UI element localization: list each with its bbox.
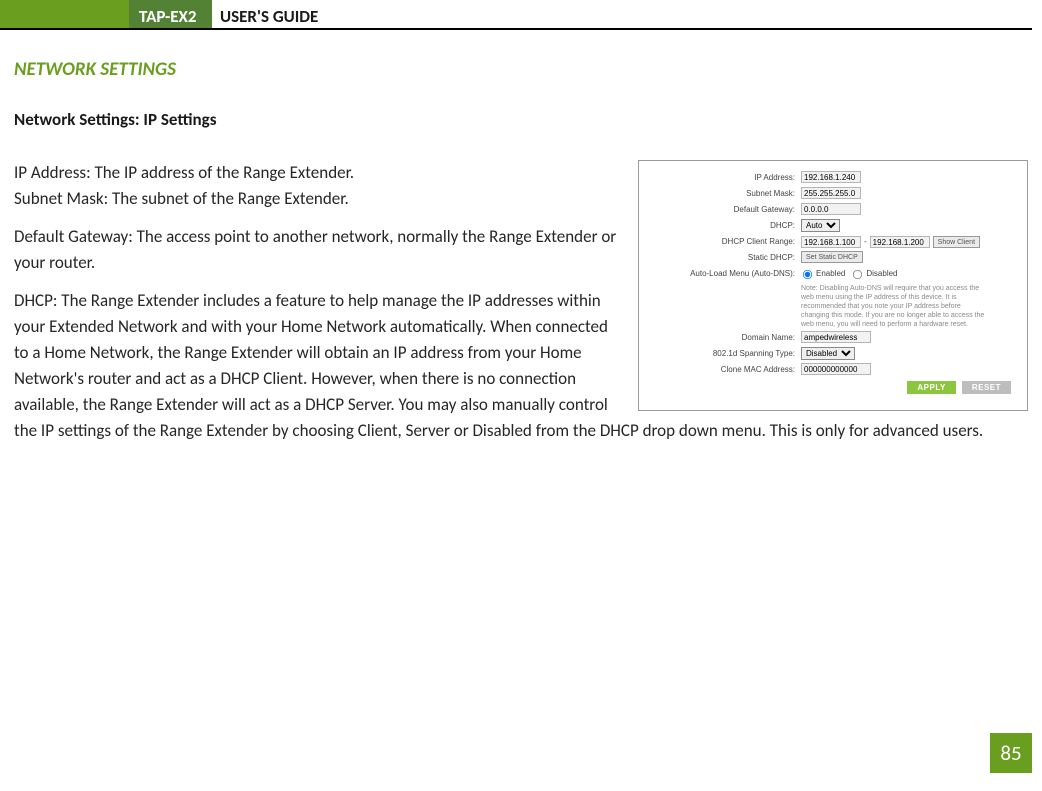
autodns-disabled-label: Disabled [866, 267, 897, 281]
row-autodns: Auto-Load Menu (Auto-DNS): Enabled Disab… [651, 267, 1015, 329]
default-gateway-input[interactable] [801, 203, 861, 215]
autodns-note: Note: Disabling Auto-DNS will require th… [801, 284, 986, 329]
para-ip-text: IP Address: The IP address of the Range … [14, 162, 354, 183]
apply-button[interactable]: APPLY [907, 381, 955, 394]
page-number: 85 [990, 733, 1032, 773]
spanning-select[interactable]: Disabled [801, 347, 855, 360]
autodns-enabled-label: Enabled [816, 267, 845, 281]
page-content: NETWORK SETTINGS Network Settings: IP Se… [0, 30, 1042, 456]
label-static: Static DHCP: [651, 251, 801, 265]
label-ip: IP Address: [651, 171, 801, 185]
section-title: NETWORK SETTINGS [14, 58, 1028, 81]
row-dhcp: DHCP: Auto [651, 219, 1015, 233]
ip-address-input[interactable] [801, 171, 861, 183]
autodns-enabled-radio[interactable] [803, 269, 812, 278]
label-domain: Domain Name: [651, 331, 801, 345]
range-dash: - [864, 235, 867, 249]
figure-action-buttons: APPLY RESET [907, 381, 1011, 394]
subnet-mask-input[interactable] [801, 187, 861, 199]
label-gateway: Default Gateway: [651, 203, 801, 217]
sub-heading: Network Settings: IP Settings [14, 109, 1028, 130]
dhcp-select[interactable]: Auto [801, 219, 840, 232]
para-subnet-text: Subnet Mask: The subnet of the Range Ext… [14, 188, 349, 209]
row-ip: IP Address: [651, 171, 1015, 185]
label-dhcp: DHCP: [651, 219, 801, 233]
row-domain: Domain Name: [651, 331, 1015, 345]
dhcp-range-to-input[interactable] [870, 236, 930, 248]
header-model: TAP-EX2 [129, 0, 212, 28]
body-wrap: IP Address: Subnet Mask: Default Gateway… [14, 160, 1028, 456]
domain-name-input[interactable] [801, 331, 871, 343]
set-static-dhcp-button[interactable]: Set Static DHCP [801, 251, 863, 263]
autodns-disabled-radio[interactable] [853, 269, 862, 278]
settings-screenshot: IP Address: Subnet Mask: Default Gateway… [638, 160, 1028, 411]
header-title: USER'S GUIDE [212, 0, 318, 28]
header-accent [0, 0, 129, 28]
row-mac: Clone MAC Address: [651, 363, 1015, 377]
label-range: DHCP Client Range: [651, 235, 801, 249]
show-client-button[interactable]: Show Client [933, 236, 980, 248]
row-range: DHCP Client Range: - Show Client [651, 235, 1015, 249]
label-subnet: Subnet Mask: [651, 187, 801, 201]
clone-mac-input[interactable] [801, 363, 871, 375]
row-subnet: Subnet Mask: [651, 187, 1015, 201]
label-mac: Clone MAC Address: [651, 363, 801, 377]
header-bar: TAP-EX2 USER'S GUIDE [0, 0, 1032, 30]
row-static: Static DHCP: Set Static DHCP [651, 251, 1015, 265]
dhcp-range-from-input[interactable] [801, 236, 861, 248]
row-spanning: 802.1d Spanning Type: Disabled [651, 347, 1015, 361]
row-gateway: Default Gateway: [651, 203, 1015, 217]
reset-button[interactable]: RESET [962, 381, 1011, 394]
label-autodns: Auto-Load Menu (Auto-DNS): [651, 267, 801, 281]
label-spanning: 802.1d Spanning Type: [651, 347, 801, 361]
